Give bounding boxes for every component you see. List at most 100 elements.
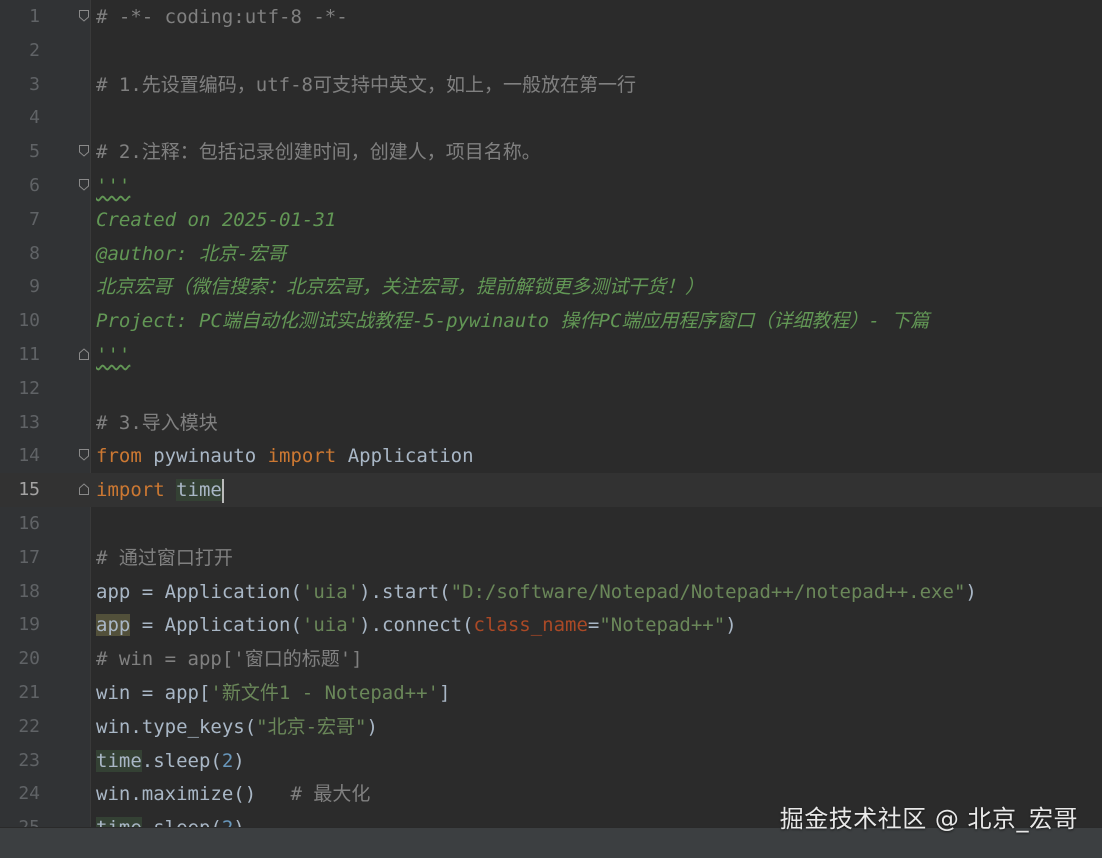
code-token: pywinauto: [141, 445, 268, 468]
code-line[interactable]: 21 win = app['新文件1 - Notepad++']: [0, 676, 1102, 710]
code-token: 'uia': [301, 614, 360, 637]
code-line[interactable]: 3 # 1.先设置编码，utf-8可支持中英文，如上，一般放在第一行: [0, 68, 1102, 102]
code-line[interactable]: 6 ''': [0, 169, 1102, 203]
code-text[interactable]: # 2.注释：包括记录创建时间，创建人，项目名称。: [96, 135, 541, 169]
code-token: 2: [221, 749, 234, 772]
code-token: "Notepad++": [599, 614, 726, 637]
code-editor[interactable]: 1 # -*- coding:utf-8 -*- 2 3 # 1.先设置编码，utf-8…: [0, 0, 1102, 858]
fold-open-icon[interactable]: [79, 179, 89, 191]
line-number: 5: [29, 141, 40, 163]
code-text[interactable]: # 1.先设置编码，utf-8可支持中英文，如上，一般放在第一行: [96, 68, 636, 102]
code-line[interactable]: 1 # -*- coding:utf-8 -*-: [0, 0, 1102, 34]
code-token: from: [96, 445, 142, 468]
line-number: 8: [29, 242, 40, 264]
code-text[interactable]: from pywinauto import Application: [96, 439, 474, 473]
code-token: app: [96, 614, 131, 637]
code-text[interactable]: time.sleep(2): [96, 744, 245, 778]
code-token: # 最大化: [290, 783, 371, 806]
code-line[interactable]: 18 app = Application('uia').start("D:/sof…: [0, 575, 1102, 609]
code-line[interactable]: 14 from pywinauto import Application: [0, 439, 1102, 473]
code-token: # win = app['窗口的标题']: [96, 648, 363, 671]
code-token: ).connect(: [359, 614, 474, 637]
line-number: 12: [18, 377, 40, 399]
code-token: app = Application(: [96, 580, 302, 603]
code-line[interactable]: 19 app = Application('uia').connect(class…: [0, 608, 1102, 642]
code-token: import: [96, 479, 165, 502]
code-line[interactable]: 5 # 2.注释：包括记录创建时间，创建人，项目名称。: [0, 135, 1102, 169]
code-line[interactable]: 2: [0, 34, 1102, 68]
code-text[interactable]: import time: [96, 473, 224, 507]
code-line[interactable]: 13 # 3.导入模块: [0, 406, 1102, 440]
code-text[interactable]: ''': [96, 169, 130, 203]
code-token: # -*- coding:utf-8 -*-: [96, 6, 348, 28]
line-number: 24: [18, 783, 40, 805]
code-line[interactable]: 20 # win = app['窗口的标题']: [0, 642, 1102, 676]
fold-open-icon[interactable]: [79, 449, 89, 462]
line-number: 13: [18, 411, 40, 433]
line-number: 21: [18, 682, 40, 703]
code-token: # 2.注释：包括记录创建时间，创建人，项目名称。: [96, 141, 541, 164]
fold-open-icon[interactable]: [79, 145, 89, 157]
code-token: time: [176, 479, 222, 502]
line-number: 22: [18, 715, 40, 737]
code-text[interactable]: win.type_keys("北京-宏哥"): [96, 710, 378, 744]
code-text[interactable]: # -*- coding:utf-8 -*-: [96, 0, 348, 34]
line-number: 2: [29, 39, 40, 61]
code-text[interactable]: 北京宏哥（微信搜索：北京宏哥，关注宏哥，提前解锁更多测试干货！）: [96, 270, 704, 304]
code-text[interactable]: app = Application('uia').connect(class_n…: [96, 608, 737, 642]
code-text[interactable]: # 通过窗口打开: [96, 541, 233, 575]
code-token: "北京-宏哥": [256, 715, 367, 738]
code-token: time: [96, 749, 142, 772]
code-line[interactable]: 7 Created on 2025-01-31: [0, 203, 1102, 237]
code-text[interactable]: app = Application('uia').start("D:/softw…: [96, 575, 977, 609]
code-token: Project: PC端自动化测试实战教程-5-pywinauto 操作PC端应…: [96, 310, 930, 333]
code-token: win.maximize(): [96, 783, 291, 806]
code-token: ).start(: [359, 580, 451, 603]
code-line[interactable]: 10 Project: PC端自动化测试实战教程-5-pywinauto 操作PC…: [0, 304, 1102, 338]
code-line[interactable]: 17 # 通过窗口打开: [0, 541, 1102, 575]
code-line[interactable]: 4: [0, 101, 1102, 135]
code-token: # 3.导入模块: [96, 411, 218, 434]
line-number: 17: [18, 546, 40, 568]
code-line[interactable]: 12: [0, 372, 1102, 406]
text-caret: [221, 478, 224, 503]
code-token: ): [965, 580, 977, 603]
line-number: 9: [29, 276, 40, 298]
code-line[interactable]: 23 time.sleep(2): [0, 744, 1102, 778]
code-token: ): [725, 614, 737, 637]
code-text[interactable]: # 3.导入模块: [96, 406, 218, 440]
fold-close-icon[interactable]: [79, 348, 89, 360]
code-line[interactable]: 11 ''': [0, 338, 1102, 372]
line-number: 23: [18, 749, 40, 771]
fold-open-icon[interactable]: [79, 10, 89, 22]
code-text[interactable]: Created on 2025-01-31: [96, 203, 336, 237]
code-text[interactable]: # win = app['窗口的标题']: [96, 642, 363, 676]
code-text[interactable]: @author: 北京-宏哥: [96, 237, 286, 271]
line-number: 10: [18, 310, 40, 332]
line-number: 14: [18, 445, 40, 467]
line-number: 20: [18, 648, 40, 670]
code-token: "D:/software/Notepad/Notepad++/notepad++…: [450, 580, 966, 603]
code-token: ): [233, 749, 245, 772]
line-number: 1: [29, 6, 40, 27]
code-text[interactable]: ''': [96, 338, 130, 372]
code-line[interactable]: 9 北京宏哥（微信搜索：北京宏哥，关注宏哥，提前解锁更多测试干货！）: [0, 270, 1102, 304]
code-token: 北京宏哥（微信搜索：北京宏哥，关注宏哥，提前解锁更多测试干货！）: [96, 276, 705, 299]
code-token: ]: [438, 682, 451, 704]
code-token: @author: 北京-宏哥: [96, 242, 287, 265]
code-text[interactable]: Project: PC端自动化测试实战教程-5-pywinauto 操作PC端应…: [96, 304, 929, 338]
code-text[interactable]: win = app['新文件1 - Notepad++']: [96, 676, 450, 710]
fold-close-icon[interactable]: [79, 483, 89, 496]
code-text[interactable]: win.maximize() # 最大化: [96, 777, 370, 811]
line-number: 6: [29, 175, 40, 196]
line-number: 3: [29, 73, 40, 95]
code-token: .sleep(: [141, 749, 222, 772]
line-number: 4: [29, 107, 40, 129]
code-token: class_name: [473, 614, 588, 637]
code-line[interactable]: 15 import time: [0, 473, 1102, 508]
code-line[interactable]: 16: [0, 507, 1102, 541]
code-line[interactable]: 8 @author: 北京-宏哥: [0, 237, 1102, 271]
code-line[interactable]: 22 win.type_keys("北京-宏哥"): [0, 710, 1102, 744]
code-token: = Application(: [130, 614, 302, 637]
